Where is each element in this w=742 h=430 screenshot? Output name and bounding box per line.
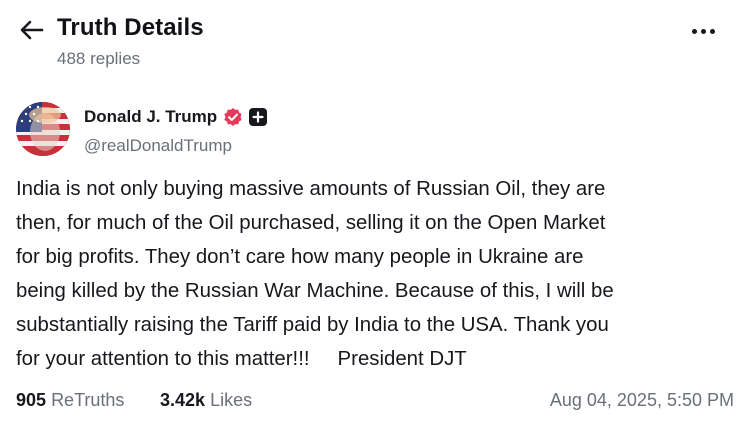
post-line: for big profits. They don’t care how man…: [16, 246, 584, 268]
post-line: then, for much of the Oil purchased, sel…: [16, 212, 606, 234]
plus-badge-icon: [249, 108, 268, 126]
post-line: India is not only buying massive amounts…: [16, 178, 606, 200]
dot: [692, 28, 697, 34]
post-line: being killed by the Russian War Machine.…: [16, 280, 614, 302]
replies-count: 488 replies: [57, 49, 141, 68]
retruths-label: ReTruths: [51, 390, 125, 410]
dot: [701, 28, 706, 34]
post-timestamp: Aug 04, 2025, 5:50 PM: [549, 390, 734, 410]
back-arrow-icon[interactable]: [18, 16, 46, 44]
post-body: India is not only buying massive amounts…: [16, 172, 732, 376]
post-line: substantially raising the Tariff paid by…: [16, 314, 609, 336]
post-line: for your attention to this matter!!!: [16, 348, 310, 370]
likes-label: Likes: [210, 390, 253, 410]
retruths-stat[interactable]: 905 ReTruths: [16, 390, 124, 411]
page-title: Truth Details: [57, 14, 204, 41]
retruths-count: 905: [16, 390, 47, 410]
dot: [710, 28, 715, 34]
author-handle[interactable]: @realDonaldTrump: [84, 136, 232, 156]
more-options-icon[interactable]: [692, 24, 718, 38]
post-footer: 905 ReTruths 3.42k Likes Aug 04, 2025, 5…: [16, 390, 734, 416]
author-name[interactable]: Donald J. Trump: [84, 107, 217, 127]
page-header: Truth Details 488 replies: [0, 0, 742, 80]
verified-badge-icon: [223, 107, 243, 127]
avatar[interactable]: [16, 102, 70, 156]
likes-stat[interactable]: 3.42k Likes: [160, 390, 252, 411]
likes-count: 3.42k: [160, 390, 206, 410]
post-signature: President DJT: [337, 348, 467, 370]
author-name-row: Donald J. Trump: [84, 107, 268, 127]
post-line-last: for your attention to this matter!!! Pres…: [16, 342, 732, 376]
